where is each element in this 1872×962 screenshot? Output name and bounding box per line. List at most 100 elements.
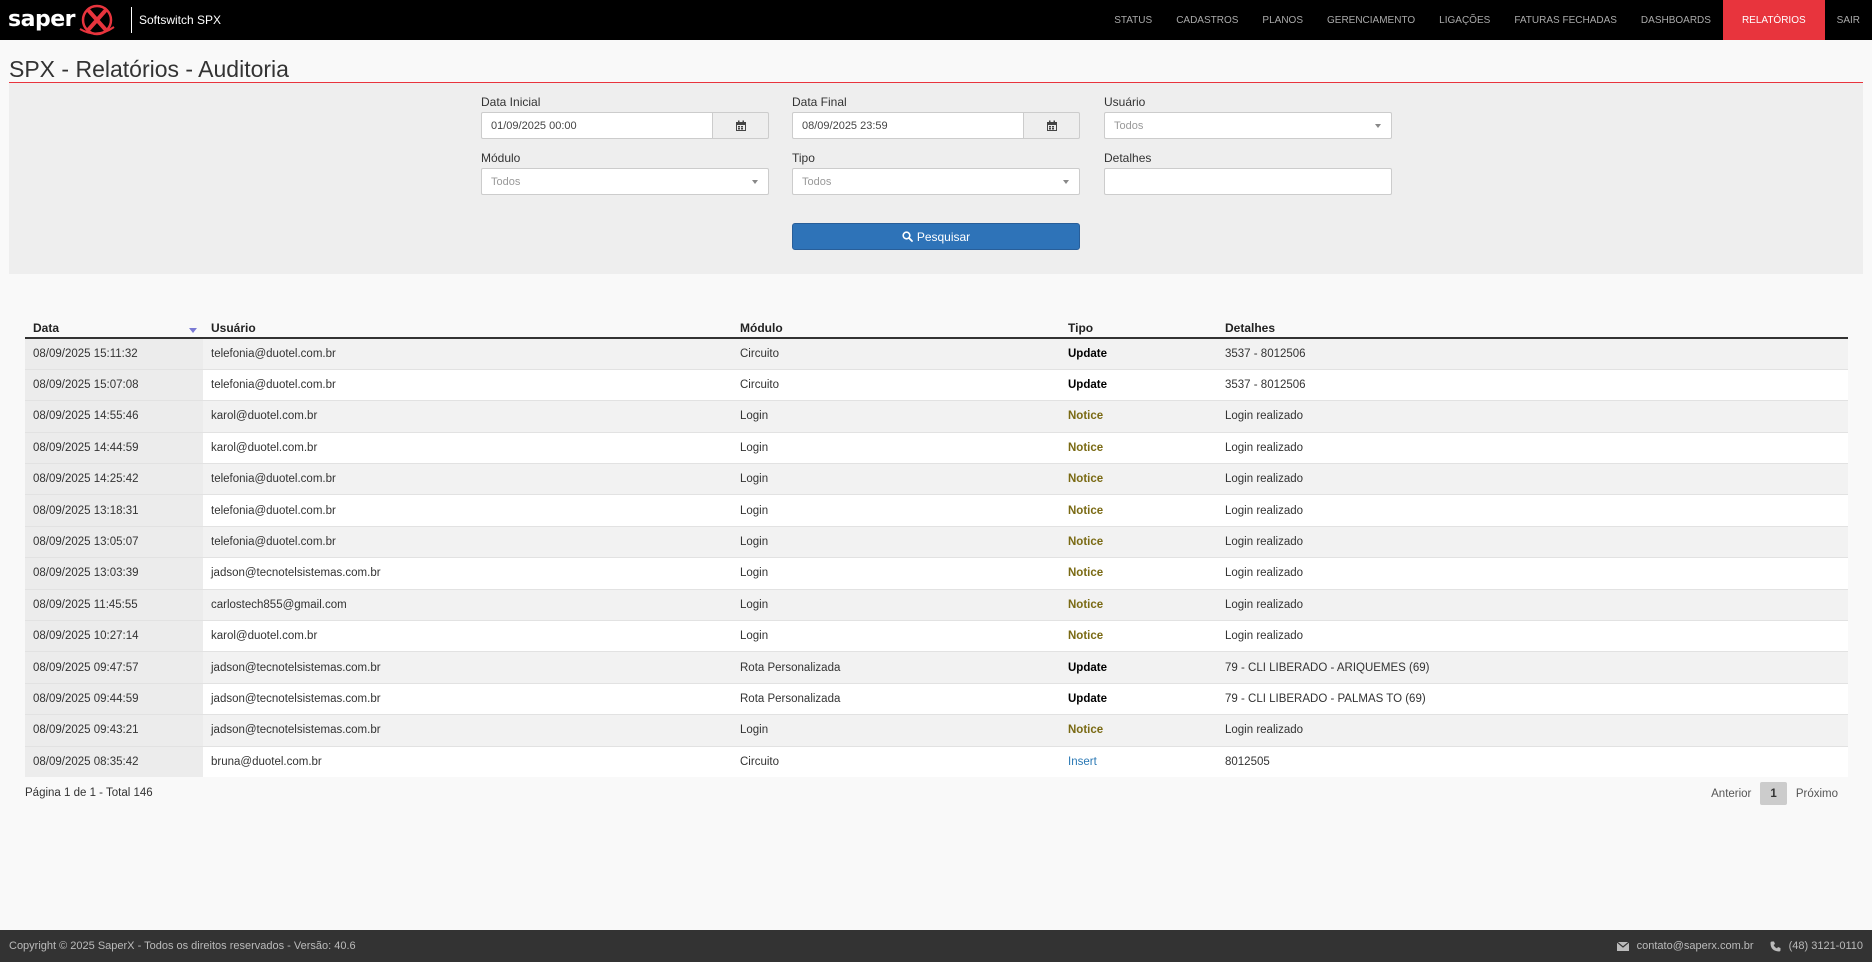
filter-tipo: Tipo Todos (792, 151, 1080, 195)
table-row[interactable]: 08/09/2025 10:27:14 karol@duotel.com.br Lo… (25, 620, 1848, 652)
cell-data: 08/09/2025 08:35:42 (25, 745, 203, 778)
cell-data: 08/09/2025 11:45:55 (25, 588, 203, 621)
nav-faturas-fechadas[interactable]: FATURAS FECHADAS (1502, 0, 1629, 40)
cell-tipo: Notice (1060, 714, 1217, 747)
header-tipo-label: Tipo (1068, 321, 1094, 335)
table-row[interactable]: 08/09/2025 13:18:31 telefonia@duotel.com.… (25, 494, 1848, 527)
tipo-badge: Notice (1068, 598, 1104, 611)
data-inicial-calendar-button[interactable] (713, 112, 769, 139)
calendar-icon (1046, 120, 1057, 131)
footer: Copyright © 2025 SaperX - Todos os direi… (0, 930, 1872, 962)
detalhes-label: Detalhes (1104, 151, 1152, 165)
audit-table-container: Data Usuário Módulo Tipo Detalhes 08/09/… (25, 317, 1848, 778)
audit-table: Data Usuário Módulo Tipo Detalhes 08/09/… (25, 317, 1848, 778)
nav-planos[interactable]: PLANOS (1250, 0, 1315, 40)
nav-sair[interactable]: SAIR (1825, 0, 1872, 40)
cell-usuario: jadson@tecnotelsistemas.com.br (203, 651, 732, 684)
cell-tipo: Update (1060, 682, 1217, 715)
filter-data-final: Data Final 08/09/2025 23:59 (792, 95, 1080, 139)
table-row[interactable]: 08/09/2025 15:11:32 telefonia@duotel.com.… (25, 337, 1848, 370)
table-row[interactable]: 08/09/2025 11:45:55 carlostech855@gmail.c… (25, 588, 1848, 621)
tipo-badge: Update (1068, 661, 1107, 674)
chevron-down-icon (1063, 180, 1069, 184)
data-inicial-input[interactable]: 01/09/2025 00:00 (481, 112, 713, 139)
table-row[interactable]: 08/09/2025 13:03:39 jadson@tecnotelsistem… (25, 557, 1848, 590)
modulo-select-value: Todos (491, 175, 521, 188)
cell-data: 08/09/2025 14:44:59 (25, 431, 203, 464)
pagination-page-current[interactable]: 1 (1760, 782, 1787, 805)
detalhes-input[interactable] (1104, 168, 1392, 195)
nav-ligacoes[interactable]: LIGAÇÕES (1427, 0, 1502, 40)
pagination-info: Página 1 de 1 - Total 146 (25, 787, 153, 799)
footer-copyright: Copyright © 2025 SaperX - Todos os direi… (9, 940, 356, 952)
table-row[interactable]: 08/09/2025 14:44:59 karol@duotel.com.br Lo… (25, 431, 1848, 464)
search-button[interactable]: Pesquisar (792, 223, 1080, 250)
table-row[interactable]: 08/09/2025 08:35:42 bruna@duotel.com.br Ci… (25, 745, 1848, 778)
tipo-badge: Update (1068, 692, 1107, 705)
cell-data: 08/09/2025 15:07:08 (25, 368, 203, 401)
modulo-select[interactable]: Todos (481, 168, 769, 195)
pagination-next[interactable]: Próximo (1787, 782, 1847, 805)
header-modulo-label: Módulo (740, 321, 783, 335)
tipo-badge: Notice (1068, 724, 1104, 737)
saperx-logo: saper (8, 0, 117, 40)
table-row[interactable]: 08/09/2025 09:44:59 jadson@tecnotelsistem… (25, 682, 1848, 715)
top-navbar: saper Softswitch SPX STATUS CADASTROS PLAN… (0, 0, 1872, 40)
cell-modulo: Login (732, 525, 1060, 558)
brand[interactable]: saper Softswitch SPX (0, 0, 221, 40)
cell-detalhes: Login realizado (1217, 494, 1848, 527)
cell-data: 08/09/2025 10:27:14 (25, 620, 203, 652)
cell-data: 08/09/2025 14:25:42 (25, 463, 203, 495)
data-final-label: Data Final (792, 95, 847, 109)
tipo-select[interactable]: Todos (792, 168, 1080, 195)
cell-modulo: Login (732, 620, 1060, 652)
usuario-select[interactable]: Todos (1104, 112, 1392, 139)
nav-relatorios[interactable]: RELATÓRIOS (1722, 0, 1825, 40)
data-final-input[interactable]: 08/09/2025 23:59 (792, 112, 1024, 139)
cell-detalhes: Login realizado (1217, 588, 1848, 621)
cell-detalhes: Login realizado (1217, 620, 1848, 652)
table-row[interactable]: 08/09/2025 15:07:08 telefonia@duotel.com.… (25, 368, 1848, 401)
cell-detalhes: 79 - CLI LIBERADO - ARIQUEMES (69) (1217, 651, 1848, 684)
table-row[interactable]: 08/09/2025 13:05:07 telefonia@duotel.com.… (25, 525, 1848, 558)
cell-tipo: Insert (1060, 745, 1217, 778)
cell-tipo: Update (1060, 651, 1217, 684)
table-row[interactable]: 08/09/2025 09:43:21 jadson@tecnotelsistem… (25, 714, 1848, 747)
cell-modulo: Circuito (732, 368, 1060, 401)
pagination-prev[interactable]: Anterior (1702, 782, 1760, 805)
table-row[interactable]: 08/09/2025 14:25:42 telefonia@duotel.com.… (25, 463, 1848, 495)
footer-email[interactable]: contato@saperx.com.br (1616, 940, 1754, 952)
nav-gerenciamento[interactable]: GERENCIAMENTO (1315, 0, 1427, 40)
cell-tipo: Notice (1060, 431, 1217, 464)
footer-contacts: contato@saperx.com.br (48) 3121-0110 (1601, 940, 1863, 952)
header-detalhes[interactable]: Detalhes (1217, 317, 1848, 339)
filter-modulo: Módulo Todos (481, 151, 769, 195)
header-usuario[interactable]: Usuário (203, 317, 732, 339)
cell-modulo: Login (732, 431, 1060, 464)
nav-dashboards[interactable]: DASHBOARDS (1629, 0, 1723, 40)
header-detalhes-label: Detalhes (1225, 321, 1276, 335)
header-tipo[interactable]: Tipo (1060, 317, 1217, 339)
header-usuario-label: Usuário (211, 321, 256, 335)
nav-cadastros[interactable]: CADASTROS (1164, 0, 1250, 40)
brand-subtitle: Softswitch SPX (138, 13, 221, 27)
logo-text: saper (8, 7, 75, 32)
header-data[interactable]: Data (25, 317, 203, 339)
table-row[interactable]: 08/09/2025 14:55:46 karol@duotel.com.br Lo… (25, 400, 1848, 433)
header-modulo[interactable]: Módulo (732, 317, 1060, 339)
cell-modulo: Login (732, 463, 1060, 495)
pagination: Anterior 1 Próximo (1702, 782, 1847, 805)
cell-tipo: Notice (1060, 557, 1217, 590)
tipo-badge: Update (1068, 379, 1107, 392)
cell-modulo: Circuito (732, 745, 1060, 778)
cell-usuario: karol@duotel.com.br (203, 400, 732, 433)
table-header-row: Data Usuário Módulo Tipo Detalhes (25, 317, 1848, 339)
data-final-calendar-button[interactable] (1024, 112, 1080, 139)
footer-phone[interactable]: (48) 3121-0110 (1770, 940, 1863, 952)
nav-status[interactable]: STATUS (1102, 0, 1164, 40)
tipo-badge: Insert (1068, 756, 1097, 769)
chevron-down-icon (752, 180, 758, 184)
table-row[interactable]: 08/09/2025 09:47:57 jadson@tecnotelsistem… (25, 651, 1848, 684)
cell-detalhes: 8012505 (1217, 745, 1848, 778)
cell-modulo: Rota Personalizada (732, 682, 1060, 715)
